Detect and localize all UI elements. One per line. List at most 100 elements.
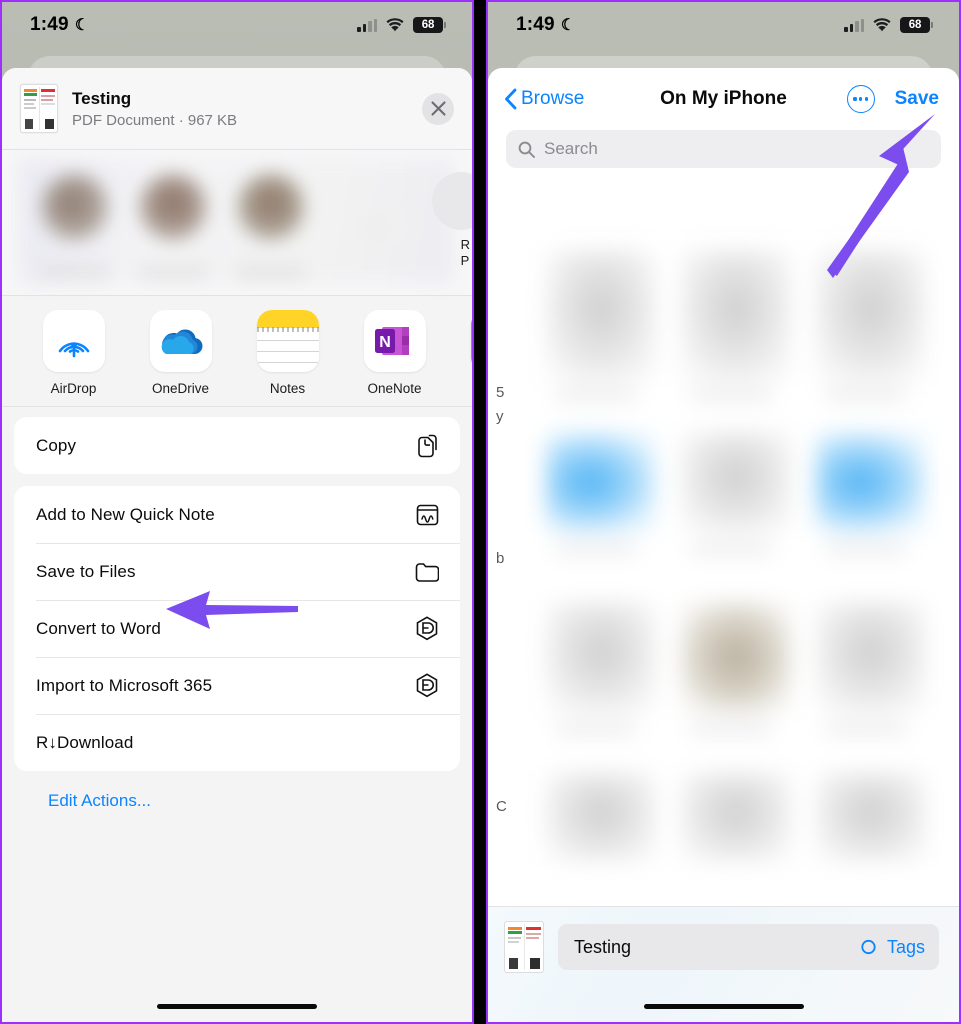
preview-edge-text: R P bbox=[460, 237, 470, 268]
action-row-r-download[interactable]: R↓Download bbox=[14, 714, 460, 771]
onenote-icon: N bbox=[363, 310, 426, 372]
notes-icon bbox=[256, 310, 319, 372]
action-label: R↓Download bbox=[36, 732, 134, 752]
dot-icon bbox=[859, 97, 863, 101]
status-time: 1:49 bbox=[516, 14, 555, 35]
status-bar-left-group: 1:49 ☾ bbox=[516, 14, 575, 36]
more-options-button[interactable] bbox=[846, 85, 875, 113]
files-grid-blurred[interactable] bbox=[536, 232, 947, 906]
action-label: Add to New Quick Note bbox=[36, 504, 215, 524]
battery-level: 68 bbox=[900, 17, 930, 33]
document-thumbnail-icon bbox=[20, 84, 58, 133]
right-phone-panel: 1:49 ☾ 68 Browse On My iPhone Save Searc… bbox=[486, 0, 961, 1024]
edit-actions-button[interactable]: Edit Actions... bbox=[14, 783, 460, 811]
save-button[interactable]: Save bbox=[895, 88, 939, 110]
preview-content-blurred bbox=[20, 160, 454, 283]
grid-edge-letter: b bbox=[496, 550, 505, 567]
document-preview-strip[interactable]: R P bbox=[2, 150, 472, 296]
close-button[interactable] bbox=[422, 92, 454, 125]
adobe-icon bbox=[414, 673, 440, 699]
cellular-signal-icon bbox=[357, 18, 377, 32]
search-input[interactable]: Search bbox=[506, 130, 941, 168]
battery-icon: 68 bbox=[900, 17, 933, 33]
no-icon bbox=[414, 730, 440, 756]
status-bar-right: 1:49 ☾ 68 bbox=[488, 2, 959, 48]
share-app-airdrop[interactable]: AirDrop bbox=[20, 310, 127, 396]
battery-level: 68 bbox=[413, 17, 443, 33]
back-label: Browse bbox=[521, 88, 585, 109]
status-time: 1:49 bbox=[30, 14, 69, 35]
document-thumbnail-icon bbox=[504, 921, 544, 973]
status-bar-left-group: 1:49 ☾ bbox=[30, 14, 89, 36]
quick-note-icon bbox=[414, 502, 440, 528]
share-sheet-header: Testing PDF Document · 967 KB bbox=[2, 68, 472, 150]
action-label: Copy bbox=[36, 435, 77, 455]
files-nav-right: Save bbox=[846, 85, 939, 113]
status-bar-right-group: 68 bbox=[357, 17, 446, 33]
share-app-notes[interactable]: Notes bbox=[234, 310, 341, 396]
battery-icon: 68 bbox=[413, 17, 446, 33]
tags-icon bbox=[861, 939, 878, 955]
action-label: Convert to Word bbox=[36, 618, 161, 638]
files-save-bar: Testing Tags bbox=[488, 906, 959, 1022]
files-navigation-bar: Browse On My iPhone Save bbox=[488, 68, 959, 130]
search-placeholder: Search bbox=[544, 139, 598, 158]
action-row-import-to-microsoft-365[interactable]: Import to Microsoft 365 bbox=[14, 657, 460, 714]
grid-edge-letter: C bbox=[496, 798, 507, 815]
copy-icon bbox=[414, 433, 440, 459]
airdrop-icon bbox=[42, 310, 105, 372]
document-meta: Testing PDF Document · 967 KB bbox=[72, 88, 408, 128]
battery-cap bbox=[931, 22, 933, 28]
tags-button[interactable]: Tags bbox=[861, 937, 925, 958]
files-save-row: Testing Tags bbox=[488, 907, 959, 973]
search-icon bbox=[518, 141, 535, 158]
share-sheet: Testing PDF Document · 967 KB R P AirDro… bbox=[2, 68, 472, 1022]
share-app-row[interactable]: AirDrop OneDrive Notes N OneNote bbox=[2, 296, 472, 407]
share-app-label: AirDrop bbox=[50, 381, 97, 396]
action-label: Save to Files bbox=[36, 561, 136, 581]
search-wrapper: Search bbox=[488, 130, 959, 168]
home-indicator-left bbox=[157, 1004, 317, 1009]
screenshot-stage: 1:49 ☾ 68 Testing PDF Document · 967 KB … bbox=[0, 0, 961, 1024]
file-name-input[interactable]: Testing Tags bbox=[558, 924, 939, 970]
share-app-onedrive[interactable]: OneDrive bbox=[127, 310, 234, 396]
svg-text:N: N bbox=[379, 334, 391, 351]
status-bar-right-group: 68 bbox=[844, 17, 933, 33]
share-app-whatsapp[interactable]: Wh bbox=[448, 310, 472, 396]
share-app-label: OneDrive bbox=[151, 381, 210, 396]
tags-label: Tags bbox=[886, 936, 925, 957]
grid-edge-letter: 5 bbox=[496, 384, 505, 401]
action-row-save-to-files[interactable]: Save to Files bbox=[14, 543, 460, 600]
file-name-value: Testing bbox=[574, 936, 632, 957]
grid-edge-letter: y bbox=[496, 408, 504, 425]
cellular-signal-icon bbox=[844, 18, 864, 32]
share-app-onenote[interactable]: N OneNote bbox=[341, 310, 448, 396]
action-group-1: Copy bbox=[14, 417, 460, 474]
action-label: Import to Microsoft 365 bbox=[36, 675, 213, 695]
battery-cap bbox=[444, 22, 446, 28]
share-app-label: OneNote bbox=[367, 381, 422, 396]
files-save-sheet: Browse On My iPhone Save Search 5 y b C … bbox=[488, 68, 959, 1022]
action-row-add-to-new-quick-note[interactable]: Add to New Quick Note bbox=[14, 486, 460, 543]
close-icon bbox=[430, 101, 446, 116]
adobe-icon bbox=[414, 616, 440, 642]
action-group-2: Add to New Quick Note Save to Files Conv… bbox=[14, 486, 460, 771]
chevron-left-icon bbox=[505, 88, 517, 110]
onedrive-icon bbox=[149, 310, 212, 372]
document-subtitle: PDF Document · 967 KB bbox=[72, 111, 238, 129]
share-actions: Copy Add to New Quick Note Save to Files… bbox=[2, 407, 472, 811]
action-row-convert-to-word[interactable]: Convert to Word bbox=[14, 600, 460, 657]
dot-icon bbox=[864, 97, 868, 101]
moon-icon: ☾ bbox=[560, 17, 576, 34]
document-title: Testing bbox=[72, 89, 132, 109]
action-row-copy[interactable]: Copy bbox=[14, 417, 460, 474]
wifi-icon bbox=[385, 17, 405, 33]
status-bar-left: 1:49 ☾ 68 bbox=[2, 2, 472, 48]
left-phone-panel: 1:49 ☾ 68 Testing PDF Document · 967 KB … bbox=[0, 0, 474, 1024]
share-app-label: Notes bbox=[269, 381, 306, 396]
page-title: On My iPhone bbox=[660, 88, 787, 109]
home-indicator-right bbox=[643, 1004, 804, 1009]
whatsapp-icon bbox=[470, 310, 472, 372]
back-to-browse-button[interactable]: Browse bbox=[504, 88, 584, 110]
folder-icon bbox=[414, 559, 440, 585]
